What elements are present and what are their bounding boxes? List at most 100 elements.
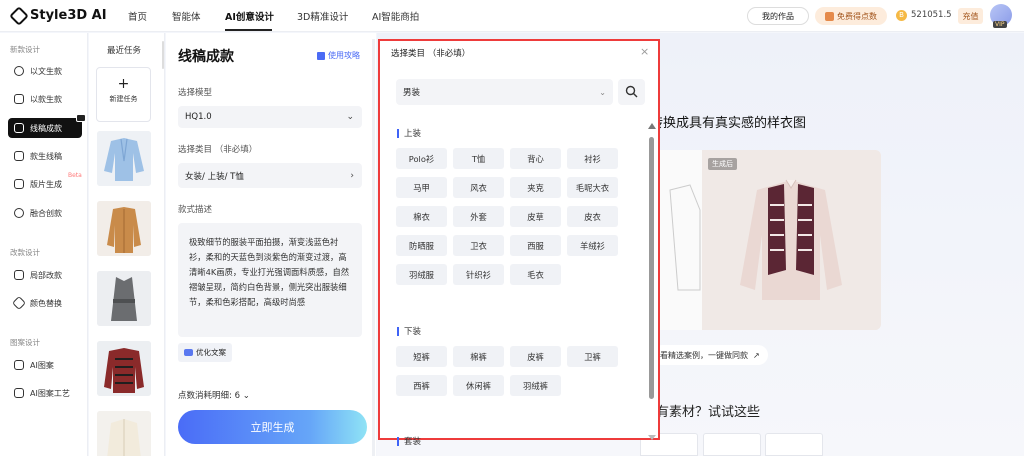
sidebar-item-sketch-to-style[interactable]: 线稿成款 [8, 114, 86, 138]
category-select[interactable]: 女装/ 上装/ T恤 › [178, 163, 362, 188]
category-chip[interactable]: 棉衣 [396, 206, 447, 227]
sidebar-item-color-replace[interactable]: 颜色替换 [8, 293, 82, 313]
category-chip[interactable]: 休闲裤 [453, 375, 504, 396]
usage-guide-link[interactable]: 使用攻略 [317, 50, 360, 61]
category-chip[interactable]: 皮草 [510, 206, 561, 227]
sidebar-item-ai-pattern[interactable]: AI图案 [8, 355, 82, 375]
category-chip[interactable]: 风衣 [453, 177, 504, 198]
sidebar-item-fusion[interactable]: 融合创款 [8, 203, 82, 223]
vip-badge: VIP [993, 21, 1007, 28]
scroll-up-arrow-icon[interactable] [648, 123, 656, 129]
category-chip[interactable]: 夹克 [510, 177, 561, 198]
sidebar-item-label: 局部改款 [30, 270, 62, 280]
category-chip[interactable]: T恤 [453, 148, 504, 169]
sidebar-item-style-to-sketch[interactable]: 款生线稿 [8, 146, 82, 166]
generate-button[interactable]: 立即生成 [178, 410, 367, 444]
recent-tasks-panel: 最近任务 + 新建任务 [89, 33, 165, 456]
category-value: 女装/ 上装/ T恤 [185, 171, 244, 182]
sidebar-item-text-to-style[interactable]: 以文生款 [8, 61, 82, 81]
plus-icon: + [117, 76, 130, 92]
category-chip[interactable]: 西裤 [396, 375, 447, 396]
task-thumbnail[interactable] [97, 341, 151, 396]
group-title-bottoms: 下装 [397, 325, 421, 337]
coin-icon: B [896, 10, 907, 21]
free-points-button[interactable]: 免费得点数 [815, 7, 887, 25]
category-chip[interactable]: 卫衣 [453, 235, 504, 256]
nav-tab-3d-design[interactable]: 3D精准设计 [297, 9, 348, 23]
nav-tab-ai-shoot[interactable]: AI智能商拍 [372, 9, 419, 23]
new-task-button[interactable]: + 新建任务 [96, 67, 151, 122]
category-chip[interactable]: 羊绒衫 [567, 235, 618, 256]
task-thumbnail[interactable] [97, 411, 151, 456]
points-cost-detail[interactable]: 点数消耗明细: 6 ⌄ [178, 389, 250, 401]
sidebar-item-ai-pattern-craft[interactable]: AI图案工艺 [8, 383, 82, 403]
partial-edit-icon [14, 270, 24, 280]
model-select[interactable]: HQ1.0 ⌄ [178, 106, 362, 128]
task-thumbnail[interactable] [97, 131, 151, 186]
points-cost-label: 点数消耗明细: 6 [178, 391, 240, 401]
category-chip[interactable]: 防晒服 [396, 235, 447, 256]
recent-tasks-title: 最近任务 [107, 46, 142, 56]
modal-scrollbar[interactable] [649, 137, 654, 399]
sidebar-item-label: 线稿成款 [30, 123, 62, 133]
arrow-up-right-icon: ↗ [753, 350, 760, 360]
sample-sketch[interactable] [703, 433, 761, 456]
text-to-style-icon [14, 66, 24, 76]
nav-tab-agent[interactable]: 智能体 [172, 9, 201, 23]
category-chip[interactable]: 短裤 [396, 346, 447, 367]
brand-name: Style3D AI [30, 8, 107, 23]
category-chip[interactable]: Polo衫 [396, 148, 447, 169]
scroll-down-arrow-icon[interactable] [648, 435, 656, 440]
brand-logo[interactable]: Style3D AI [9, 5, 107, 26]
category-chip[interactable]: 羽绒裤 [510, 375, 561, 396]
sidebar-section-new-design: 新款设计 [10, 45, 40, 54]
no-material-heading: 有素材？试试这些 [656, 405, 761, 420]
recharge-button[interactable]: 充值 [958, 8, 983, 24]
featured-cases-button[interactable]: 看精选案例，一键做同款 ↗ [652, 345, 768, 365]
category-chip[interactable]: 衬衫 [567, 148, 618, 169]
sidebar-item-label: 融合创款 [30, 208, 62, 218]
category-chip[interactable]: 卫裤 [567, 346, 618, 367]
sidebar-item-style-to-style[interactable]: 以款生款 [8, 89, 82, 109]
fusion-icon [14, 208, 24, 218]
category-chip[interactable]: 皮衣 [567, 206, 618, 227]
category-chip[interactable]: 背心 [510, 148, 561, 169]
close-icon[interactable]: × [640, 45, 649, 58]
category-chip[interactable]: 针织衫 [453, 264, 504, 285]
modal-title: 选择类目 （非必填） [391, 49, 471, 59]
category-chip[interactable]: 毛衣 [510, 264, 561, 285]
points-balance: 521051.5 [911, 10, 952, 20]
sidebar-item-pattern-generate[interactable]: 版片生成 Beta [8, 172, 82, 194]
panel-divider [162, 41, 164, 69]
nav-tab-ai-creative[interactable]: AI创意设计 [225, 9, 274, 23]
form-scrollbar[interactable] [372, 39, 375, 456]
sketch-to-style-icon [14, 123, 24, 133]
new-task-label: 新建任务 [109, 95, 138, 103]
category-chip[interactable]: 皮裤 [510, 346, 561, 367]
optimize-text-button[interactable]: 优化文案 [178, 343, 232, 362]
category-chip[interactable]: 羽绒服 [396, 264, 447, 285]
category-chip[interactable]: 外套 [453, 206, 504, 227]
task-thumbnail[interactable] [97, 201, 151, 256]
sample-sketch[interactable] [765, 433, 823, 456]
category-chip[interactable]: 毛呢大衣 [567, 177, 618, 198]
category-chip[interactable]: 棉裤 [453, 346, 504, 367]
group-marker [397, 326, 399, 336]
style3d-logo-icon [9, 5, 29, 26]
beta-badge: Beta [68, 172, 82, 179]
category-chip[interactable]: 西服 [510, 235, 561, 256]
style-to-sketch-icon [14, 151, 24, 161]
group-title-tops: 上装 [397, 127, 421, 139]
model-label: 选择模型 [178, 88, 213, 98]
nav-tab-home[interactable]: 首页 [128, 9, 147, 23]
generated-image [702, 150, 881, 330]
category-chip[interactable]: 马甲 [396, 177, 447, 198]
my-works-button[interactable]: 我的作品 [747, 7, 809, 25]
description-textarea[interactable]: 极致细节的服装平面拍摄，渐变浅蓝色衬衫，柔和的天蓝色到淡紫色的渐变过渡，高清晰4… [178, 223, 362, 337]
gender-select[interactable]: 男装 ⌄ [396, 79, 613, 105]
sidebar-item-partial-edit[interactable]: 局部改款 [8, 265, 82, 285]
hero-heading: 转换成具有真实感的样衣图 [650, 116, 807, 131]
search-button[interactable] [618, 79, 645, 105]
task-thumbnail[interactable] [97, 271, 151, 326]
group-marker [397, 128, 399, 138]
